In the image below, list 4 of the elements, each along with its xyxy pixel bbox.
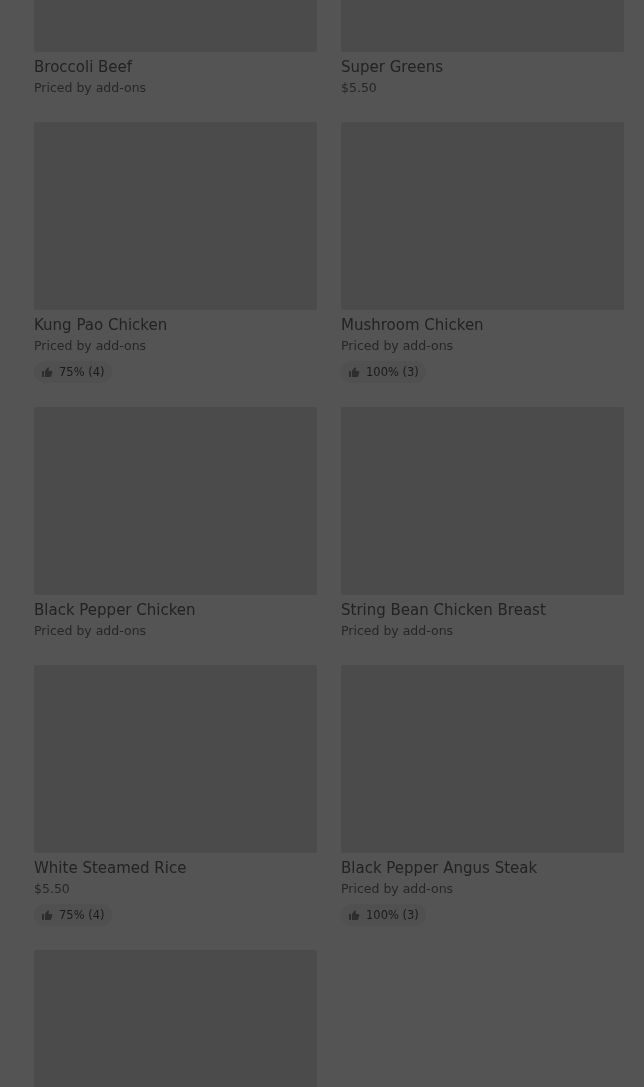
thumbs-up-icon: [41, 909, 53, 921]
thumbs-up-icon: [348, 366, 360, 378]
thumbs-up-icon: [348, 909, 360, 921]
thumbs-up-icon: [41, 366, 53, 378]
